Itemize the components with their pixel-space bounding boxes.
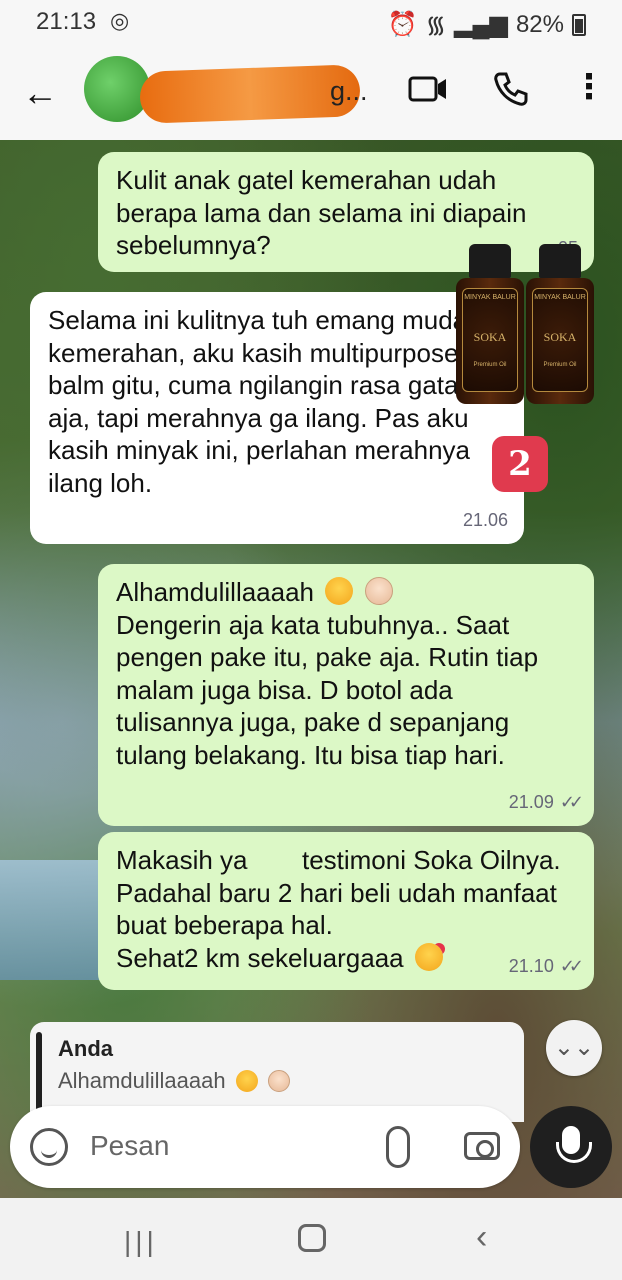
message-time: 21.09 [508, 791, 554, 812]
message-text: Selama ini kulitnya tuh emang mudah keme… [48, 305, 482, 498]
mic-button[interactable] [530, 1106, 612, 1188]
alarm-icon: ⏰ [387, 11, 418, 38]
message-meta: 21.10 ✓✓ [508, 950, 584, 983]
bottle-cap [539, 244, 581, 278]
reply-bar [36, 1032, 42, 1112]
message-meta: 21.06 [463, 504, 508, 537]
system-nav-bar: ||| ‹ [0, 1198, 622, 1280]
message-bubble-outgoing[interactable]: Makasih ya testimoni Soka Oilnya. Padaha… [98, 832, 594, 990]
reply-quote: Alhamdulillaaaah [58, 1068, 290, 1094]
smiling-hearts-icon [414, 942, 443, 971]
more-vert-icon[interactable]: ⋮ [572, 70, 606, 104]
hugging-face-icon [235, 1070, 258, 1092]
chat-area[interactable]: Kulit anak gatel kemerahan udah berapa l… [0, 140, 622, 1198]
bottle-sub: Premium Oil [543, 362, 577, 368]
attach-icon[interactable] [386, 1126, 410, 1168]
battery-icon [572, 13, 586, 36]
message-bubble-incoming[interactable]: Selama ini kulitnya tuh emang mudah keme… [30, 292, 524, 544]
message-input[interactable]: Pesan [90, 1130, 169, 1162]
message-text: Dengerin aja kata tubuhnya.. Saat pengen… [116, 609, 539, 770]
back-arrow-icon[interactable]: ← [22, 72, 58, 114]
wifi-icon: ᯾ [425, 12, 447, 39]
hugging-face-icon [325, 577, 354, 605]
whatsapp-status-icon: ◎ [110, 8, 130, 33]
read-ticks-icon: ✓✓ [559, 791, 584, 812]
product-bottle-image: MINYAK BALUR SOKA Premium Oil [526, 244, 594, 404]
read-ticks-icon: ✓✓ [559, 955, 584, 976]
number-badge: 2 [492, 436, 548, 492]
status-right: ⏰ ᯾ ▂▄▆ 82% [388, 8, 586, 41]
status-time: 21:13 [36, 8, 97, 35]
reply-quote-text: Alhamdulillaaaah [58, 1068, 226, 1093]
mic-icon [556, 1126, 592, 1163]
bottle-brand: MINYAK BALUR [464, 294, 516, 301]
video-call-icon[interactable] [408, 74, 448, 104]
sticker-icon[interactable] [30, 1128, 68, 1166]
message-input-bar[interactable]: Pesan [10, 1106, 520, 1188]
nav-back-icon[interactable]: ‹ [476, 1218, 487, 1257]
signal-icon: ▂▄▆ [454, 11, 508, 38]
reply-author: Anda [58, 1036, 113, 1061]
recent-apps-icon[interactable]: ||| [124, 1226, 158, 1258]
bottle-brand: MINYAK BALUR [534, 294, 586, 301]
chat-header: ← g... ⋮ [0, 44, 622, 140]
message-text-closing: Sehat2 km sekeluargaaa [116, 942, 404, 973]
message-text: Makasih ya [116, 845, 248, 875]
bottle-cap [469, 244, 511, 278]
bottle-name: SOKA [543, 330, 577, 344]
name-redaction [139, 64, 361, 124]
product-bottle-image: MINYAK BALUR SOKA Premium Oil [456, 244, 524, 404]
contact-name[interactable]: g... [330, 76, 368, 107]
home-icon[interactable] [298, 1224, 326, 1252]
baby-face-icon [364, 577, 393, 605]
baby-face-icon [267, 1070, 290, 1092]
scroll-to-bottom-icon[interactable]: ⌄⌄ [546, 1020, 602, 1076]
message-time: 21.10 [508, 955, 554, 976]
message-meta: 21.09 ✓✓ [508, 786, 584, 819]
camera-icon[interactable] [464, 1132, 500, 1160]
status-bar: 21:13 ◎ ⏰ ᯾ ▂▄▆ 82% [0, 0, 622, 44]
message-time: 21.06 [462, 509, 508, 530]
voice-call-icon[interactable] [492, 70, 530, 108]
battery-text: 82% [515, 10, 564, 38]
message-bubble-outgoing[interactable]: Alhamdulillaaaah Dengerin aja kata tubuh… [98, 564, 594, 826]
bottle-name: SOKA [473, 330, 507, 344]
bottle-sub: Premium Oil [473, 362, 507, 368]
message-text-first: Alhamdulillaaaah [116, 577, 315, 607]
